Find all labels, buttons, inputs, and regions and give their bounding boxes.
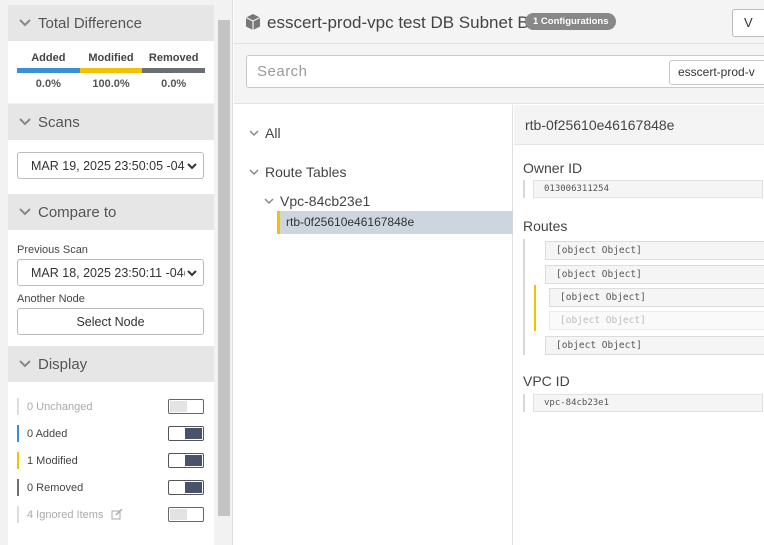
scan-select-value: MAR 19, 2025 23:50:05 -04(: [31, 158, 189, 173]
tree-node-selected-route-table[interactable]: rtb-0f25610e46167848e: [277, 211, 513, 234]
route-item[interactable]: [object Object]: [545, 265, 764, 284]
routes-label: Routes: [523, 218, 568, 234]
scans-body: MAR 19, 2025 23:50:05 -04(: [8, 140, 214, 194]
display-label: 0 Removed: [27, 481, 84, 494]
section-compare-header[interactable]: Compare to: [8, 194, 214, 230]
diff-bar: [142, 68, 206, 73]
route-item[interactable]: [object Object]: [545, 336, 764, 355]
section-scans-header[interactable]: Scans: [8, 104, 214, 140]
diff-label: Modified: [88, 52, 134, 64]
display-body: 0 Unchanged 0 Added 1 Modified 0 Removed…: [8, 382, 214, 545]
select-node-button[interactable]: Select Node: [17, 308, 204, 335]
page-title: esscert-prod-vpc test DB Subnet B: [267, 13, 529, 32]
chevron-down-icon: [248, 127, 260, 139]
chevron-down-icon: [18, 359, 32, 369]
diff-label: Added: [31, 52, 66, 64]
chevron-down-icon: [185, 159, 199, 173]
display-row-modified: 1 Modified: [17, 452, 204, 469]
diff-added: Added 0.0%: [17, 51, 80, 90]
status-marker: [17, 425, 19, 442]
chevron-down-icon: [248, 166, 260, 178]
status-marker: [17, 398, 19, 415]
display-label: 1 Modified: [27, 454, 78, 467]
cubes-icon: [244, 13, 262, 31]
display-row-ignored: 4 Ignored Items: [17, 506, 204, 523]
chevron-down-icon: [18, 117, 32, 127]
route-item-modified[interactable]: [object Object]: [549, 288, 764, 307]
vpc-id-value: vpc-84cb23e1: [533, 394, 763, 412]
previous-scan-value: MAR 18, 2025 23:50:11 -04(: [31, 265, 188, 280]
section-total-difference-header[interactable]: Total Difference: [8, 5, 214, 41]
tree-node-all[interactable]: All: [248, 125, 281, 141]
chevron-down-icon: [263, 195, 275, 207]
compare-body: Previous Scan MAR 18, 2025 23:50:11 -04(…: [8, 230, 214, 346]
search-scope-select[interactable]: esscert-prod-v: [669, 60, 764, 85]
chevron-down-icon: [18, 18, 32, 28]
previous-scan-select[interactable]: MAR 18, 2025 23:50:11 -04(: [17, 259, 204, 286]
status-marker: [17, 506, 19, 523]
owner-id-label: Owner ID: [523, 160, 583, 176]
section-title: Display: [38, 355, 88, 373]
diff-removed: Removed 0.0%: [142, 51, 206, 90]
toggle-ignored[interactable]: [168, 507, 204, 522]
tree-node-label: Route Tables: [265, 164, 347, 180]
display-row-unchanged: 0 Unchanged: [17, 398, 204, 415]
display-label: 0 Unchanged: [27, 400, 93, 413]
section-title: Scans: [38, 113, 80, 131]
previous-scan-label: Previous Scan: [17, 244, 88, 256]
left-panel: Total Difference Added 0.0% Modified 100…: [0, 0, 216, 545]
section-title: Total Difference: [38, 14, 142, 32]
vpc-id-label: VPC ID: [523, 373, 570, 389]
owner-id-value: 013006311254: [533, 180, 763, 198]
edit-icon[interactable]: [111, 509, 123, 520]
diff-bar: [79, 68, 143, 73]
owner-id-field: 013006311254: [523, 180, 763, 198]
route-item[interactable]: [object Object]: [545, 241, 764, 260]
vpc-id-field: vpc-84cb23e1: [523, 394, 763, 412]
toggle-added[interactable]: [168, 426, 204, 441]
chevron-down-icon: [185, 266, 199, 280]
route-item-modified-previous[interactable]: [object Object]: [549, 311, 764, 330]
diff-value: 0.0%: [35, 78, 61, 90]
section-title: Compare to: [38, 203, 117, 221]
diff-bar: [17, 68, 80, 73]
diff-modified: Modified 100.0%: [79, 51, 143, 90]
tree-node-route-tables[interactable]: Route Tables: [248, 164, 346, 180]
status-marker: [17, 479, 19, 496]
another-node-label: Another Node: [17, 293, 85, 305]
tree-node-label: Vpc-84cb23e1: [280, 193, 371, 209]
toggle-unchanged[interactable]: [168, 399, 204, 414]
detail-title: rtb-0f25610e46167848e: [514, 105, 764, 145]
toggle-modified[interactable]: [168, 453, 204, 468]
display-row-removed: 0 Removed: [17, 479, 204, 496]
view-button[interactable]: V: [732, 9, 764, 37]
total-difference-body: Added 0.0% Modified 100.0% Removed 0.0%: [8, 41, 214, 103]
scan-select[interactable]: MAR 19, 2025 23:50:05 -04(: [17, 152, 204, 179]
diff-value: 100.0%: [92, 78, 130, 90]
chevron-down-icon: [18, 207, 32, 217]
display-label: 0 Added: [27, 427, 68, 440]
tree-node-vpc[interactable]: Vpc-84cb23e1: [263, 193, 370, 209]
toggle-removed[interactable]: [168, 480, 204, 495]
tree-node-label: All: [265, 125, 281, 141]
diff-value: 0.0%: [161, 78, 187, 90]
status-marker: [17, 452, 19, 469]
display-label: 4 Ignored Items: [27, 508, 104, 521]
display-row-added: 0 Added: [17, 425, 204, 442]
routes-tree-line: [523, 239, 525, 355]
diff-label: Removed: [148, 52, 199, 64]
modified-marker: [534, 285, 536, 331]
section-display-header[interactable]: Display: [8, 346, 214, 382]
configurations-badge: 1 Configurations: [525, 13, 617, 30]
sidebar-scrollbar-thumb[interactable]: [218, 20, 230, 516]
